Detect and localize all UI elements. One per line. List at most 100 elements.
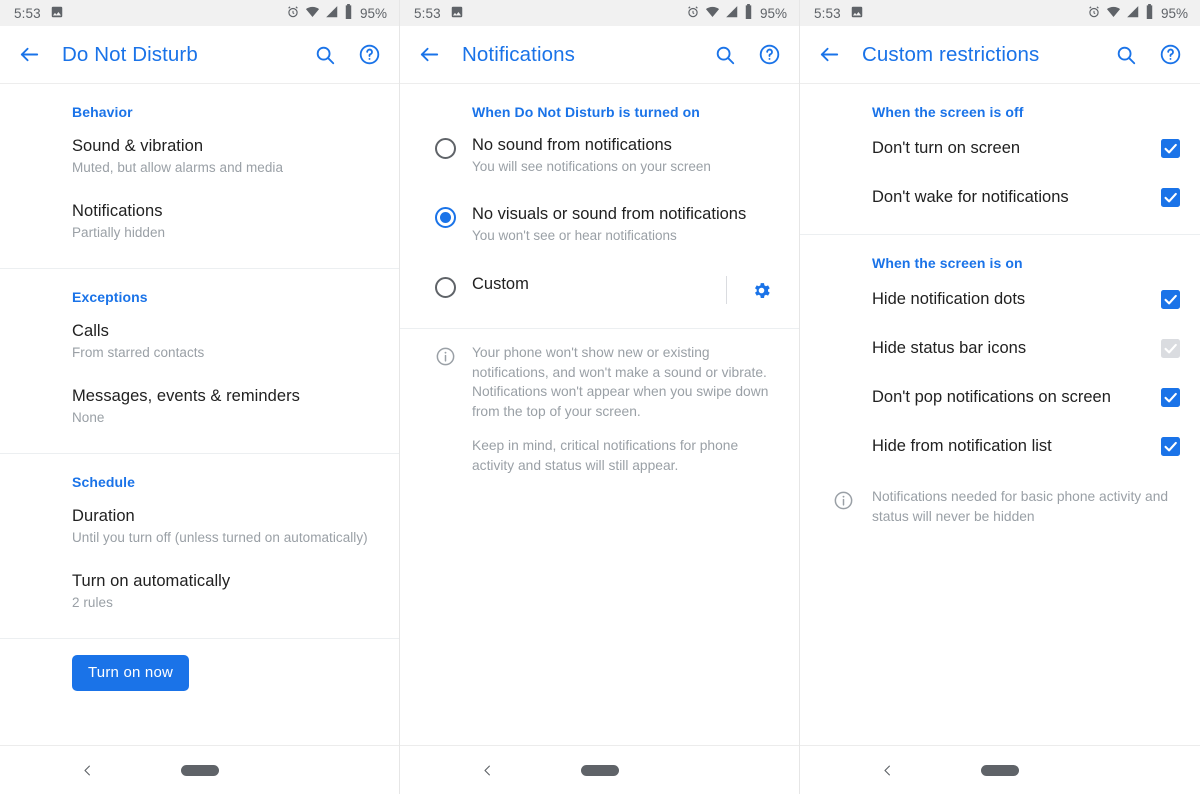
section-header-when-dnd-on: When Do Not Disturb is turned on <box>472 104 700 120</box>
battery-icon <box>744 4 753 22</box>
wifi-icon <box>305 5 320 22</box>
checkbox-checked-disabled <box>1161 339 1180 358</box>
signal-icon <box>725 5 739 22</box>
nav-back-button[interactable] <box>472 755 502 785</box>
checkbox-row-dont-wake-for-notifications[interactable]: Don't wake for notifications <box>800 173 1200 222</box>
checkbox-row-hide-notification-dots[interactable]: Hide notification dots <box>800 275 1200 324</box>
toolbar: Notifications <box>400 26 799 84</box>
system-nav-bar <box>0 745 399 794</box>
phone-screen-do-not-disturb: 5:53 95% Do Not Disturb Behavior Sound &… <box>0 0 400 794</box>
turn-on-now-container: Turn on now <box>0 639 399 691</box>
status-bar-clock: 5:53 <box>414 5 441 21</box>
radio-button-selected[interactable] <box>434 207 456 228</box>
custom-restrictions-list[interactable]: When the screen is off Don't turn on scr… <box>800 84 1200 745</box>
radio-option-no-sound[interactable]: No sound from notifications You will see… <box>400 124 799 187</box>
nav-back-button[interactable] <box>72 755 102 785</box>
help-icon <box>759 44 779 65</box>
arrow-left-icon <box>20 47 38 62</box>
radio-indicator-container <box>418 135 472 159</box>
checkbox-label: Hide from notification list <box>872 437 1052 455</box>
checkbox-row-dont-pop-notifications[interactable]: Don't pop notifications on screen <box>800 373 1200 422</box>
info-message: Your phone won't show new or existing no… <box>400 329 799 475</box>
arrow-left-icon <box>420 47 438 62</box>
info-message: Notifications needed for basic phone act… <box>800 471 1200 526</box>
nav-back-button[interactable] <box>872 755 902 785</box>
radio-option-no-visuals-or-sound[interactable]: No visuals or sound from notifications Y… <box>400 187 799 258</box>
checkbox-checked[interactable] <box>1161 437 1180 456</box>
back-button[interactable] <box>414 40 444 70</box>
custom-settings-button[interactable] <box>745 274 777 306</box>
check-icon <box>1164 392 1177 403</box>
status-bar-right: 95% <box>286 4 387 22</box>
page-title: Notifications <box>462 42 575 66</box>
list-item-subtitle: Until you turn off (unless turned on aut… <box>72 530 368 545</box>
chevron-left-icon <box>83 765 90 775</box>
checkbox-checked[interactable] <box>1161 188 1180 207</box>
search-button[interactable] <box>709 39 741 71</box>
checkbox-checked[interactable] <box>1161 139 1180 158</box>
help-button[interactable] <box>353 39 385 71</box>
checkbox-label: Don't wake for notifications <box>872 188 1069 206</box>
info-paragraph-1: Notifications needed for basic phone act… <box>872 489 1169 524</box>
checkbox-label: Hide notification dots <box>872 290 1026 308</box>
list-item-title: Messages, events & reminders <box>72 387 300 405</box>
radio-option-custom[interactable]: Custom <box>400 258 799 320</box>
search-button[interactable] <box>1110 39 1142 71</box>
back-button[interactable] <box>14 40 44 70</box>
radio-option-text: Custom <box>472 274 718 295</box>
status-bar-right: 95% <box>686 4 787 22</box>
list-item-duration[interactable]: Duration Until you turn off (unless turn… <box>0 494 399 559</box>
section-header-exceptions: Exceptions <box>72 289 148 305</box>
list-item-sound-vibration[interactable]: Sound & vibration Muted, but allow alarm… <box>0 124 399 189</box>
radio-option-subtitle: You won't see or hear notifications <box>472 228 677 243</box>
list-item-turn-on-automatically[interactable]: Turn on automatically 2 rules <box>0 559 399 624</box>
status-bar-left: 5:53 <box>14 5 64 22</box>
search-button[interactable] <box>309 39 341 71</box>
radio-indicator-container <box>418 204 472 228</box>
checkbox-label: Don't pop notifications on screen <box>872 388 1111 406</box>
status-bar: 5:53 95% <box>400 0 799 26</box>
screenshot-root: 5:53 95% Do Not Disturb Behavior Sound &… <box>0 0 1200 794</box>
toolbar: Custom restrictions <box>800 26 1200 84</box>
checkbox-row-dont-turn-on-screen[interactable]: Don't turn on screen <box>800 124 1200 173</box>
checkbox-checked[interactable] <box>1161 388 1180 407</box>
section-header-schedule: Schedule <box>72 474 136 490</box>
back-button[interactable] <box>814 40 844 70</box>
checkbox-row-hide-status-bar-icons[interactable]: Hide status bar icons <box>800 324 1200 373</box>
radio-button-unselected[interactable] <box>434 277 456 298</box>
check-icon <box>1164 143 1177 154</box>
checkbox-checked[interactable] <box>1161 290 1180 309</box>
nav-home-handle[interactable] <box>580 764 619 776</box>
radio-button-unselected[interactable] <box>434 138 456 159</box>
list-item-title: Turn on automatically <box>72 572 231 590</box>
list-item-calls[interactable]: Calls From starred contacts <box>0 309 399 374</box>
help-button[interactable] <box>753 39 785 71</box>
list-item-notifications[interactable]: Notifications Partially hidden <box>0 189 399 254</box>
battery-icon <box>344 4 353 22</box>
chevron-left-icon <box>483 765 490 775</box>
nav-home-handle[interactable] <box>180 764 219 776</box>
list-item-messages-events-reminders[interactable]: Messages, events & reminders None <box>0 374 399 439</box>
info-icon-container <box>814 487 872 511</box>
battery-percent: 95% <box>359 5 387 21</box>
settings-list[interactable]: Behavior Sound & vibration Muted, but al… <box>0 84 399 745</box>
status-bar-left: 5:53 <box>814 5 864 22</box>
notification-options-list[interactable]: When Do Not Disturb is turned on No soun… <box>400 84 799 745</box>
check-icon <box>1164 441 1177 452</box>
checkbox-label: Don't turn on screen <box>872 139 1021 157</box>
nav-home-handle[interactable] <box>981 764 1019 776</box>
signal-icon <box>325 5 339 22</box>
radio-indicator-container <box>418 274 472 298</box>
check-icon <box>1164 294 1177 305</box>
checkbox-row-hide-from-notification-list[interactable]: Hide from notification list <box>800 422 1200 471</box>
turn-on-now-button[interactable]: Turn on now <box>72 655 190 691</box>
section-header-screen-off: When the screen is off <box>872 104 1024 120</box>
wifi-icon <box>1106 5 1121 22</box>
help-button[interactable] <box>1154 39 1186 71</box>
status-bar: 5:53 95% <box>0 0 399 26</box>
radio-option-text: No visuals or sound from notifications Y… <box>472 204 781 245</box>
photo-icon <box>850 5 864 22</box>
list-item-title: Sound & vibration <box>72 137 204 155</box>
search-icon <box>316 46 335 64</box>
checkbox-label: Hide status bar icons <box>872 339 1027 357</box>
